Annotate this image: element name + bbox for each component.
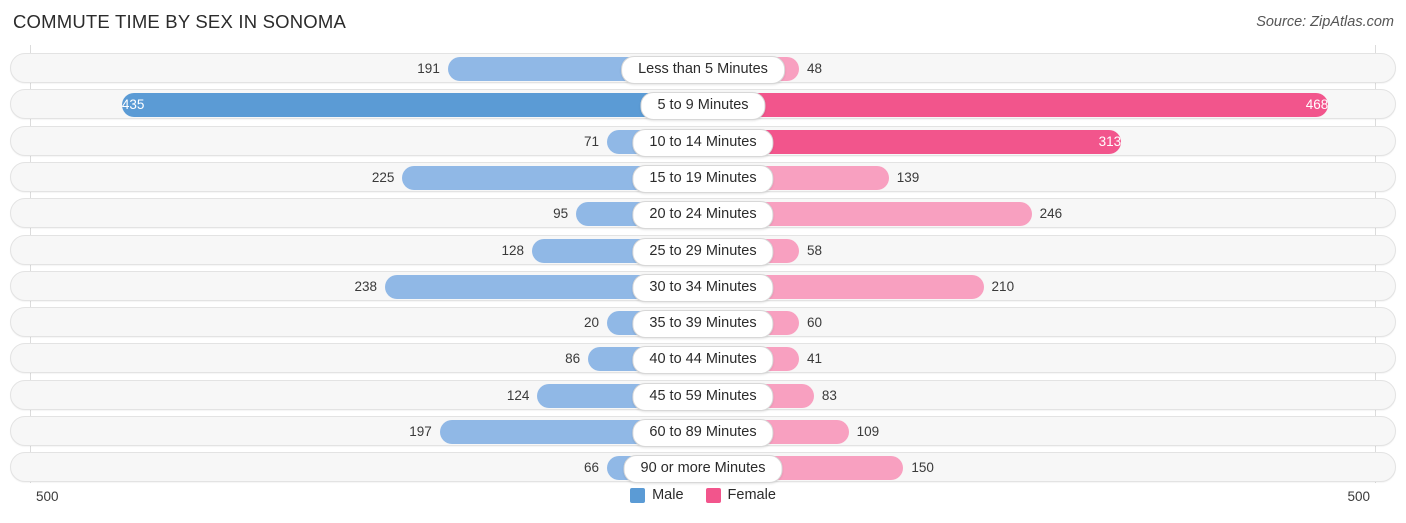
value-label-male: 197: [409, 424, 432, 439]
value-label-male: 86: [565, 351, 581, 367]
table-row[interactable]: 225 139 15 to 19 Minutes: [10, 161, 1396, 193]
category-label: 20 to 24 Minutes: [632, 201, 774, 230]
table-row[interactable]: 86 41 40 to 44 Minutes: [10, 343, 1396, 375]
table-row[interactable]: 20 60 35 to 39 Minutes: [10, 307, 1396, 339]
legend-swatch-female-icon: [705, 487, 721, 503]
table-row[interactable]: 124 83 45 to 59 Minutes: [10, 379, 1396, 411]
value-label-male: 225: [371, 169, 395, 185]
table-row[interactable]: 238 210 30 to 34 Minutes: [10, 270, 1396, 302]
table-row[interactable]: 435 468 5 to 9 Minutes: [10, 89, 1396, 121]
table-row[interactable]: 71 313 10 to 14 Minutes: [10, 125, 1396, 157]
chart-header: COMMUTE TIME BY SEX IN SONOMA Source: Zi…: [0, 0, 1406, 45]
value-label-female: 246: [1039, 206, 1063, 222]
chart-legend: Male Female: [0, 487, 1406, 503]
category-label: 35 to 39 Minutes: [632, 310, 774, 339]
table-row[interactable]: 95 246 20 to 24 Minutes: [10, 198, 1396, 230]
value-label-male: 71: [583, 133, 599, 149]
category-label: 25 to 29 Minutes: [632, 237, 774, 266]
value-label-female: 58: [807, 242, 823, 258]
category-label: Less than 5 Minutes: [621, 56, 785, 84]
value-label-female: 48: [807, 61, 823, 76]
chart-plot-area: 191 48 Less than 5 Minutes 435 468 5 to 9 Min…: [0, 45, 1406, 484]
value-label-male: 20: [583, 315, 599, 331]
table-row[interactable]: 128 58 25 to 29 Minutes: [10, 234, 1396, 266]
category-label: 30 to 34 Minutes: [632, 273, 774, 302]
table-row[interactable]: 197 109 60 to 89 Minutes: [10, 416, 1396, 447]
page-title: COMMUTE TIME BY SEX IN SONOMA: [13, 11, 347, 32]
legend-swatch-male-icon: [630, 487, 646, 503]
legend-item-female[interactable]: Female: [705, 487, 776, 503]
category-label: 5 to 9 Minutes: [640, 92, 766, 121]
value-label-male: 191: [417, 61, 440, 76]
source-attribution: Source: ZipAtlas.com: [1256, 14, 1394, 30]
value-label-male: 435: [121, 97, 145, 113]
value-label-male: 124: [506, 387, 530, 403]
value-label-female: 210: [991, 278, 1015, 294]
value-label-male: 95: [553, 206, 569, 222]
table-row[interactable]: 191 48 Less than 5 Minutes: [10, 53, 1396, 84]
category-label: 40 to 44 Minutes: [632, 346, 774, 375]
value-label-male: 66: [583, 460, 599, 476]
value-label-female: 468: [1305, 97, 1329, 113]
category-label: 10 to 14 Minutes: [632, 128, 774, 157]
legend-item-male[interactable]: Male: [630, 487, 684, 503]
value-label-female: 150: [911, 460, 934, 476]
table-row[interactable]: 66 150 90 or more Minutes: [10, 452, 1396, 484]
chart-footer: 500 Male Female 500: [0, 483, 1406, 523]
category-label: 15 to 19 Minutes: [632, 164, 774, 193]
value-label-female: 83: [821, 387, 837, 403]
value-label-female: 60: [807, 315, 823, 331]
category-label: 90 or more Minutes: [623, 455, 783, 484]
value-label-male: 238: [354, 278, 378, 294]
category-label: 45 to 59 Minutes: [632, 382, 774, 411]
value-label-female: 41: [807, 351, 823, 367]
axis-max-right: 500: [1347, 489, 1370, 504]
legend-label-male: Male: [652, 487, 684, 503]
value-label-male: 128: [501, 242, 524, 258]
legend-label-female: Female: [727, 487, 776, 503]
value-label-female: 109: [856, 424, 880, 439]
category-label: 60 to 89 Minutes: [632, 419, 774, 447]
value-label-female: 139: [896, 169, 920, 185]
